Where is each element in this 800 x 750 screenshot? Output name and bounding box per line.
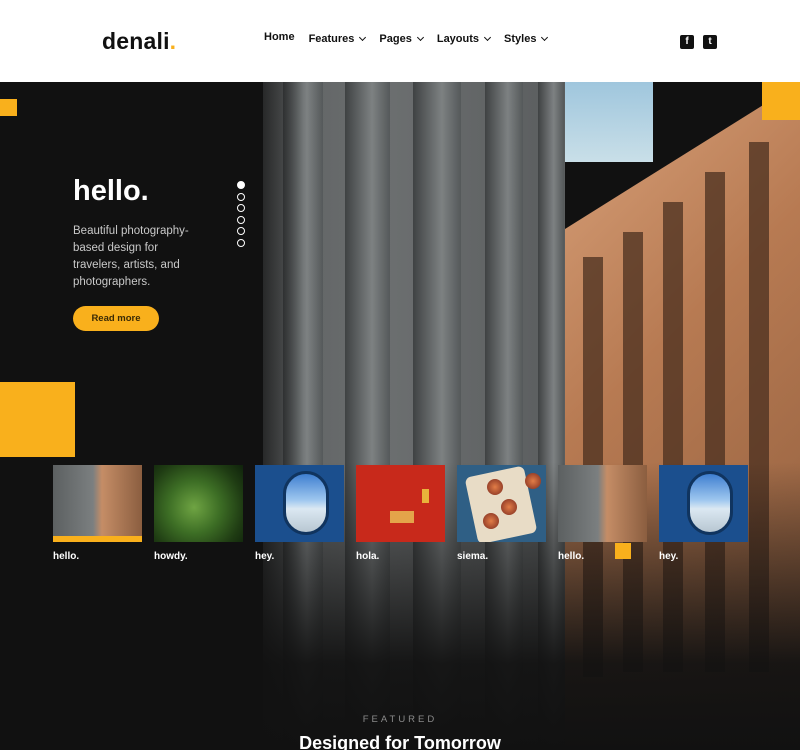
slider-dots	[237, 181, 245, 250]
accent-square	[762, 82, 800, 120]
thumbnail-label: siema.	[457, 551, 489, 562]
slider-dot[interactable]	[237, 227, 245, 235]
slider-dot[interactable]	[237, 238, 245, 247]
read-more-button[interactable]: Read more	[73, 306, 159, 331]
accent-square	[0, 99, 17, 116]
active-indicator	[53, 536, 142, 542]
accent-square	[0, 382, 75, 457]
chevron-down-icon	[483, 33, 492, 42]
thumbnail-label: hola.	[356, 551, 380, 562]
thumbnail-label: hey.	[659, 551, 679, 562]
thumbnail-label: hey.	[255, 551, 275, 562]
twitter-icon[interactable]: t	[703, 35, 717, 49]
nav-item-home[interactable]: Home	[264, 31, 295, 44]
thumbnail-label: hello.	[558, 551, 585, 562]
nav-item-features[interactable]: Features	[309, 33, 367, 45]
door-plate	[390, 511, 414, 523]
nav-item-styles[interactable]: Styles	[504, 33, 549, 45]
thumbnail-image	[154, 465, 243, 542]
facebook-icon[interactable]: f	[680, 35, 694, 49]
featured-eyebrow: FEATURED	[362, 714, 438, 725]
site-header: denali. Home Features Pages Layouts Styl…	[0, 0, 800, 82]
thumbnail-image	[53, 465, 142, 542]
featured-title: Designed for Tomorrow	[299, 733, 501, 750]
thumbnail-label: hello.	[53, 551, 80, 562]
door-latch	[422, 489, 429, 503]
hero-title: hello.	[73, 175, 149, 207]
fig	[483, 513, 499, 529]
fig	[525, 473, 541, 489]
thumbnail[interactable]: hey.	[255, 465, 344, 562]
hero-description: Beautiful photography-based design for t…	[73, 225, 189, 288]
thumbnail[interactable]: hello.	[558, 465, 647, 562]
nav-item-pages[interactable]: Pages	[379, 33, 424, 45]
thumbnail[interactable]: hola.	[356, 465, 445, 562]
slider-dot[interactable]	[237, 204, 245, 212]
thumbnail-image	[457, 465, 546, 542]
chevron-down-icon	[359, 33, 367, 42]
slider-dot[interactable]	[237, 192, 245, 201]
thumbnail[interactable]: siema.	[457, 465, 546, 562]
airplane-window	[283, 471, 329, 535]
airplane-window	[687, 471, 733, 535]
main-nav: Home Features Pages Layouts Styles	[264, 31, 561, 45]
thumbnail-image	[255, 465, 344, 542]
thumbnail[interactable]: hello.	[53, 465, 142, 562]
hero-slider: hello. Beautiful photography-based desig…	[0, 82, 800, 750]
hero-photo-sky	[563, 82, 653, 162]
nav-item-layouts[interactable]: Layouts	[437, 33, 492, 45]
thumbnail[interactable]: hey.	[659, 465, 748, 562]
thumbnail-label: howdy.	[154, 551, 188, 562]
chevron-down-icon	[416, 33, 424, 42]
chevron-down-icon	[541, 33, 549, 42]
slider-dot[interactable]	[237, 181, 245, 189]
fig	[487, 479, 503, 495]
fig	[501, 499, 517, 515]
thumbnail[interactable]: howdy.	[154, 465, 243, 562]
thumbnail-image	[356, 465, 445, 542]
thumbnail-image	[558, 465, 647, 542]
logo[interactable]: denali.	[102, 28, 176, 55]
slider-dot[interactable]	[237, 215, 245, 224]
thumbnail-image	[659, 465, 748, 542]
